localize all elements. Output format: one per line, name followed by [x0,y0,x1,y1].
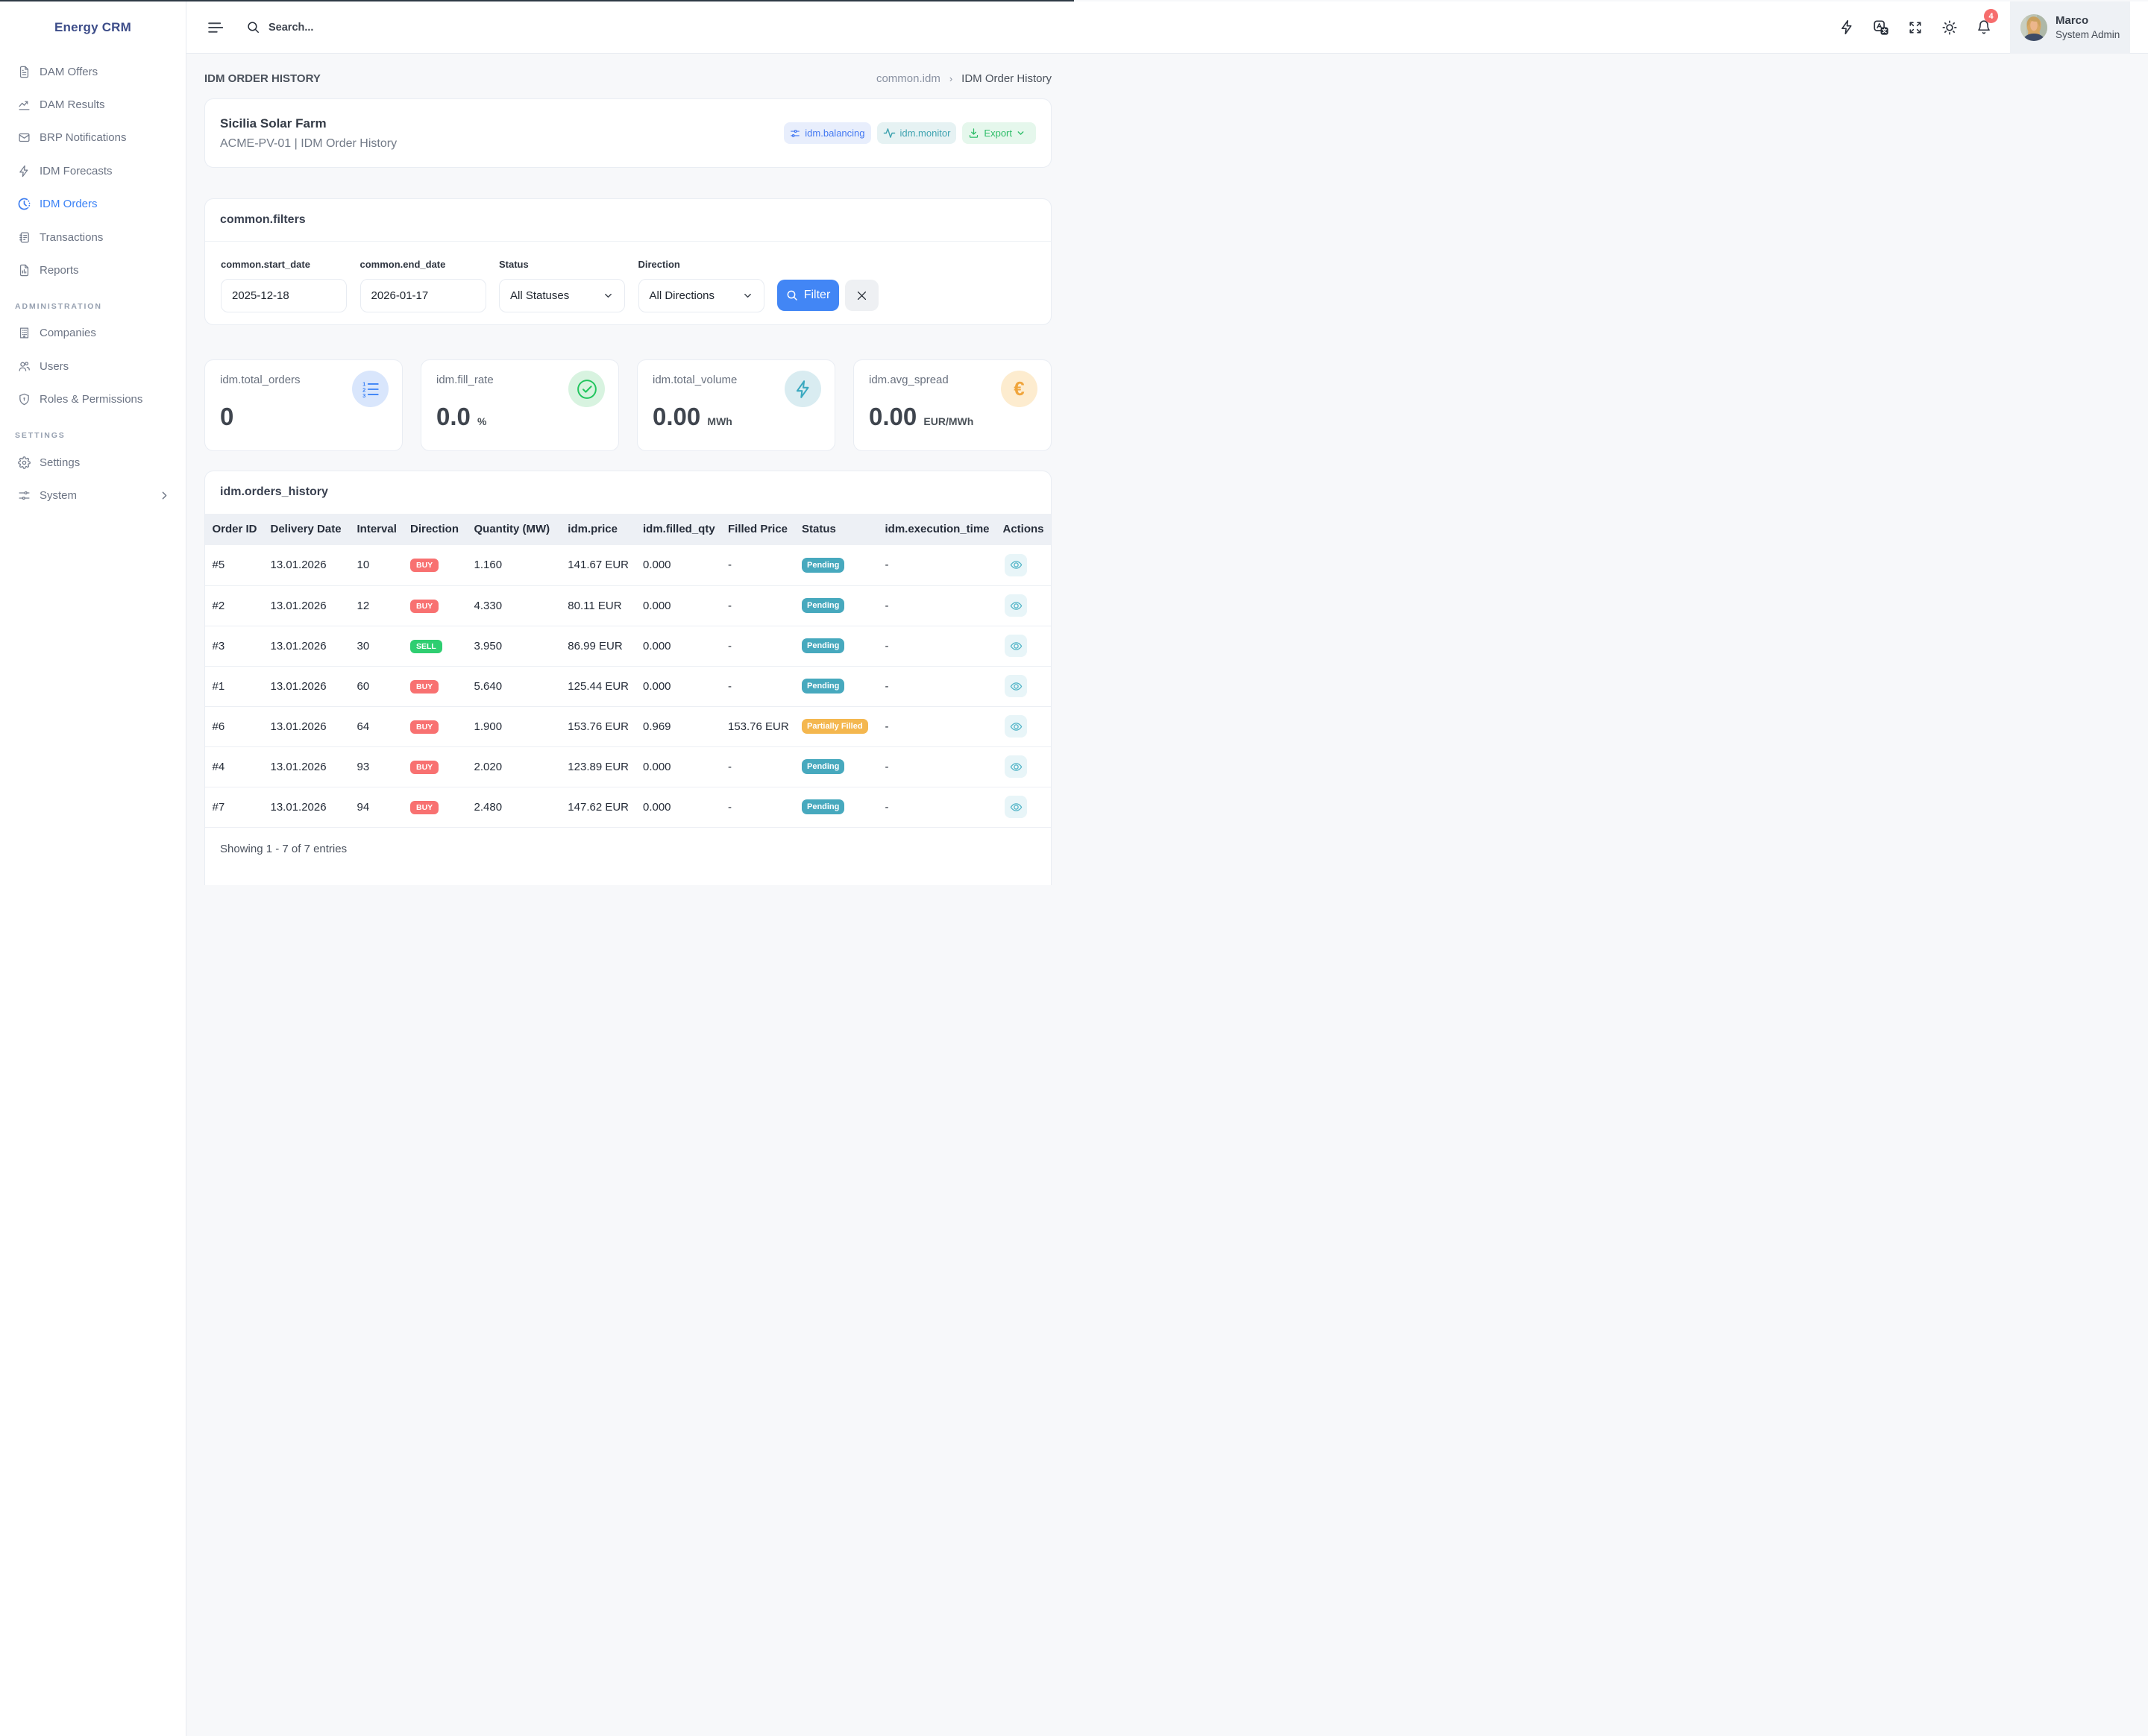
svg-text:3: 3 [362,391,365,398]
